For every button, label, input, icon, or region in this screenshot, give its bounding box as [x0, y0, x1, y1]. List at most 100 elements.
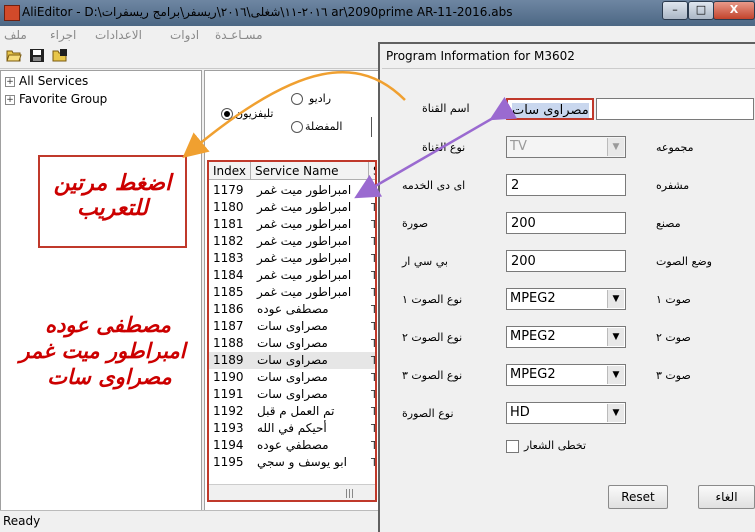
table-row[interactable]: 1182 امبراطور ميت غمر T — [209, 233, 375, 250]
close-button[interactable]: X — [713, 1, 755, 20]
skip-logo-checkbox[interactable] — [506, 440, 519, 453]
row-index: 1180 — [213, 200, 244, 214]
radio-label: راديو — [309, 92, 332, 105]
radio-button-favorite[interactable] — [291, 121, 303, 133]
column-header-service-name[interactable]: Service Name — [251, 162, 369, 180]
status-bar: Ready — [0, 510, 380, 532]
table-row[interactable]: 1181 امبراطور ميت غمر T — [209, 216, 375, 233]
chevron-down-icon[interactable]: ▼ — [607, 138, 624, 156]
chevron-down-icon[interactable]: ▼ — [607, 404, 624, 422]
table-row[interactable]: 1190 مصراوى سات T — [209, 369, 375, 386]
row-index: 1194 — [213, 438, 244, 452]
table-row[interactable]: 1192 تم العمل م قبل T — [209, 403, 375, 420]
video-field[interactable]: 200 — [506, 212, 626, 234]
row-index: 1186 — [213, 302, 244, 316]
label-group: مجموعه — [656, 141, 694, 154]
table-row[interactable]: 1188 مصراوى سات T — [209, 335, 375, 352]
row-marker: T — [371, 233, 375, 250]
divider — [382, 68, 755, 69]
row-service-name: ابو يوسف و سجي — [257, 455, 347, 469]
row-index: 1192 — [213, 404, 244, 418]
table-row[interactable]: 1185 امبراطور ميت غمر T — [209, 284, 375, 301]
reset-button[interactable]: Reset — [608, 485, 668, 509]
cancel-button[interactable]: الغاء — [698, 485, 755, 509]
row-service-name: مصراوى سات — [257, 370, 328, 384]
row-marker: T — [371, 437, 375, 454]
table-row[interactable]: 1191 مصراوى سات T — [209, 386, 375, 403]
row-service-name: مصراوى سات — [257, 387, 328, 401]
scroll-grip-icon[interactable]: ||| — [345, 489, 354, 499]
menu-help[interactable]: مسـاعـدة — [215, 28, 263, 42]
service-id-field[interactable]: 2 — [506, 174, 626, 196]
row-marker: T — [371, 420, 375, 437]
menu-tools[interactable]: ادوات — [170, 28, 199, 42]
chevron-down-icon[interactable]: ▼ — [607, 328, 624, 346]
row-index: 1190 — [213, 370, 244, 384]
dialog-title: Program Information for M3602 — [386, 49, 575, 63]
row-service-name: مصراوى سات — [257, 336, 328, 350]
chevron-down-icon[interactable]: ▼ — [607, 366, 624, 384]
annotation-red-line: مصطفى عوده — [45, 313, 171, 337]
audio-2-select[interactable]: MPEG2 ▼ — [506, 326, 626, 348]
label-pcr: بي سي ار — [402, 255, 448, 268]
tree-item-favorite-group[interactable]: + Favorite Group — [5, 92, 107, 106]
window-title: AliEditor - D:\٢٠١٦-١١\شغلى\٢٠١٦\ريسفر\ب… — [22, 5, 513, 19]
menu-file[interactable]: ملف — [4, 28, 27, 42]
minimize-button[interactable]: – — [662, 1, 688, 20]
save-icon[interactable] — [29, 48, 45, 63]
column-header-index[interactable]: Index — [209, 162, 251, 180]
table-row[interactable]: 1179 امبراطور ميت غمر T — [209, 182, 375, 199]
expand-icon[interactable]: + — [5, 76, 15, 87]
expand-icon[interactable]: + — [5, 94, 15, 105]
video-type-select[interactable]: HD ▼ — [506, 402, 626, 424]
radio-button-tv[interactable] — [221, 108, 233, 120]
row-index: 1184 — [213, 268, 244, 282]
divider — [371, 117, 372, 137]
table-row[interactable]: 1180 امبراطور ميت غمر T — [209, 199, 375, 216]
audio-3-select[interactable]: MPEG2 ▼ — [506, 364, 626, 386]
table-row[interactable]: 1184 امبراطور ميت غمر T — [209, 267, 375, 284]
row-index: 1195 — [213, 455, 244, 469]
row-index: 1187 — [213, 319, 244, 333]
audio-1-select[interactable]: MPEG2 ▼ — [506, 288, 626, 310]
app-icon — [4, 5, 20, 21]
tree-item-label: All Services — [19, 74, 89, 88]
row-marker: T — [371, 250, 375, 267]
channel-name-field[interactable]: مصراوى سات — [506, 98, 594, 120]
skip-logo-label: تخطى الشعار — [524, 439, 587, 452]
row-index: 1193 — [213, 421, 244, 435]
save-as-icon[interactable] — [52, 48, 68, 63]
row-marker: T — [371, 199, 375, 216]
table-row[interactable]: 1193 أحيكم في الله T — [209, 420, 375, 437]
channel-name-extra-field[interactable] — [596, 98, 754, 120]
label-scrambled: مشفره — [656, 179, 690, 192]
chevron-down-icon[interactable]: ▼ — [607, 290, 624, 308]
service-list: Index Service Name S 1179 امبراطور ميت غم… — [207, 160, 377, 502]
table-row[interactable]: 1183 امبراطور ميت غمر T — [209, 250, 375, 267]
row-marker: T — [371, 386, 375, 403]
open-folder-icon[interactable] — [6, 48, 22, 63]
horizontal-scrollbar[interactable]: ||| — [209, 484, 375, 500]
menu-action[interactable]: اجراء — [50, 28, 76, 42]
table-row[interactable]: 1194 مصطفي عوده T — [209, 437, 375, 454]
pcr-field[interactable]: 200 — [506, 250, 626, 272]
tv-label: تليفزيون — [235, 107, 274, 120]
label-audio-type-3: نوع الصوت ٣ — [402, 369, 463, 382]
table-row[interactable]: 1186 مصطفى عوده T — [209, 301, 375, 318]
radio-button-radio[interactable] — [291, 93, 303, 105]
channel-type-select[interactable]: TV ▼ — [506, 136, 626, 158]
table-row[interactable]: 1195 ابو يوسف و سجي T — [209, 454, 375, 471]
table-row[interactable]: 1187 مصراوى سات T — [209, 318, 375, 335]
row-marker: T — [371, 318, 375, 335]
row-marker: T — [371, 216, 375, 233]
maximize-button[interactable]: □ — [688, 1, 714, 20]
toolbar — [0, 46, 380, 69]
table-row[interactable]: 1189 مصراوى سات T — [209, 352, 375, 369]
tree-item-all-services[interactable]: + All Services — [5, 74, 88, 88]
annotation-line-2: للتعريب — [76, 196, 149, 221]
label-channel-type: نوع القناة — [422, 141, 466, 154]
menu-settings[interactable]: الاعدادات — [95, 28, 142, 42]
row-service-name: امبراطور ميت غمر — [257, 285, 352, 299]
column-header-s[interactable]: S — [369, 162, 375, 180]
label-channel-name: اسم القناة — [422, 102, 470, 115]
